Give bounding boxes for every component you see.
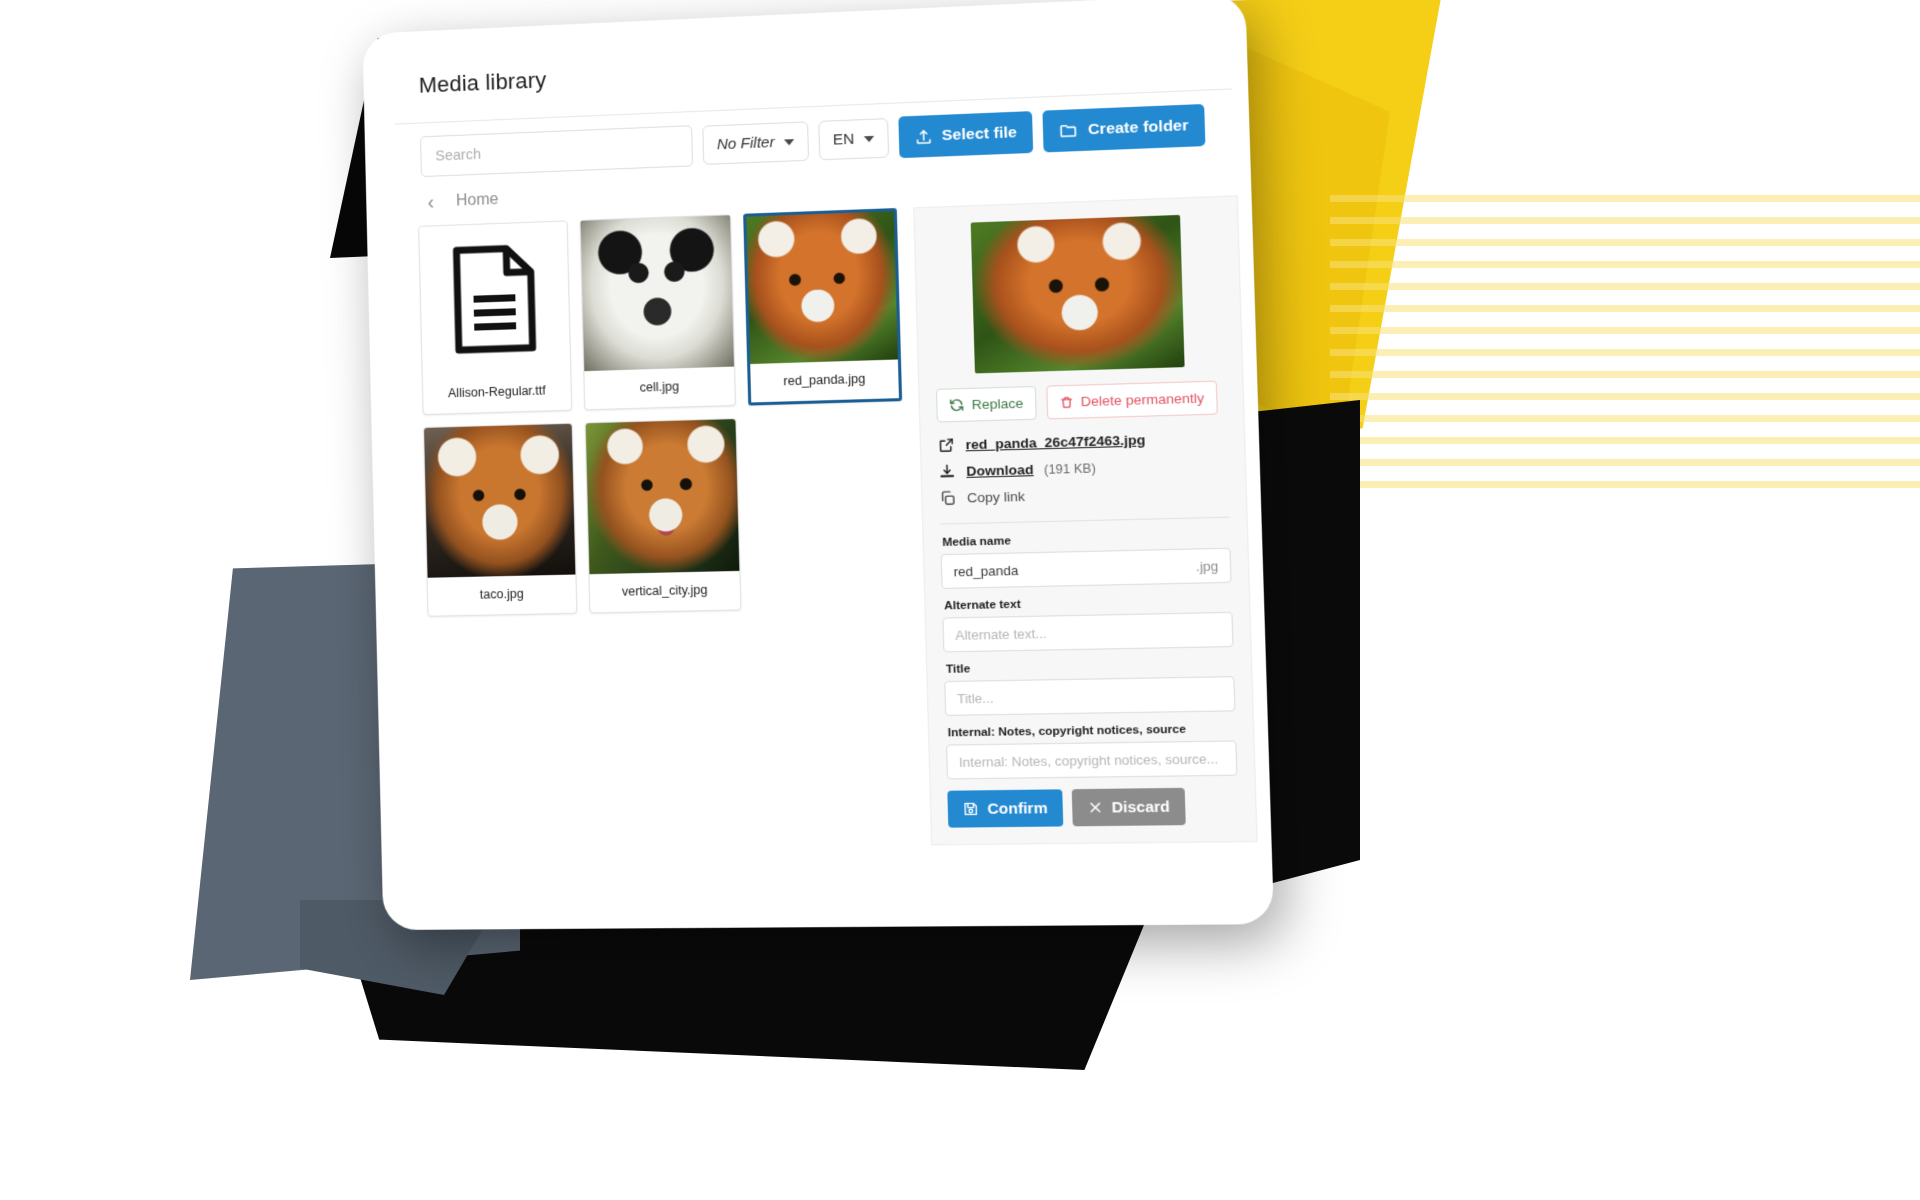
chevron-down-icon bbox=[863, 135, 873, 141]
decorative-yellow-streaks bbox=[1330, 195, 1920, 495]
detail-divider bbox=[940, 517, 1230, 525]
filter-dropdown-label: No Filter bbox=[717, 134, 775, 153]
file-tile-cell[interactable]: cell.jpg bbox=[580, 214, 737, 410]
file-thumbnail bbox=[419, 221, 570, 376]
detail-preview-image bbox=[971, 215, 1185, 374]
file-tile-vertical-city[interactable]: vertical_city.jpg bbox=[585, 418, 742, 613]
internal-notes-field[interactable]: Internal: Notes, copyright notices, sour… bbox=[946, 740, 1237, 779]
internal-notes-label: Internal: Notes, copyright notices, sour… bbox=[948, 723, 1237, 740]
discard-button[interactable]: Discard bbox=[1071, 788, 1185, 827]
alt-text-label: Alternate text bbox=[944, 594, 1232, 612]
dialog-body: Allison-Regular.ttf cell.jpg red_panda.j… bbox=[418, 195, 1257, 850]
replace-button[interactable]: Replace bbox=[936, 386, 1036, 423]
language-dropdown-label: EN bbox=[833, 131, 855, 149]
file-thumbnail bbox=[424, 424, 575, 578]
delete-permanently-button[interactable]: Delete permanently bbox=[1046, 381, 1218, 420]
breadcrumb-current[interactable]: Home bbox=[456, 191, 499, 211]
language-dropdown[interactable]: EN bbox=[818, 118, 889, 160]
internal-notes-placeholder: Internal: Notes, copyright notices, sour… bbox=[959, 751, 1219, 770]
title-label: Title bbox=[946, 658, 1234, 675]
download-size: (191 KB) bbox=[1044, 461, 1096, 477]
file-thumbnail bbox=[586, 419, 740, 574]
file-name: Allison-Regular.ttf bbox=[423, 372, 571, 414]
discard-label: Discard bbox=[1111, 798, 1170, 816]
copy-icon bbox=[939, 489, 957, 507]
media-detail-panel: Replace Delete permanently red_panda_26c… bbox=[913, 195, 1257, 845]
breadcrumb: ‹ Home bbox=[427, 190, 498, 213]
confirm-button[interactable]: Confirm bbox=[947, 789, 1062, 827]
detail-footer-actions: Confirm Discard bbox=[947, 787, 1239, 828]
media-name-field[interactable]: red_panda .jpg bbox=[941, 548, 1232, 589]
folder-icon bbox=[1058, 120, 1078, 140]
file-name: cell.jpg bbox=[584, 367, 735, 410]
download-label: Download bbox=[966, 462, 1034, 479]
file-tile-font[interactable]: Allison-Regular.ttf bbox=[418, 220, 572, 415]
media-library-dialog: Media library Search No Filter EN Select… bbox=[362, 0, 1274, 930]
detail-action-buttons: Replace Delete permanently bbox=[936, 380, 1226, 422]
media-library-card: Media library Search No Filter EN Select… bbox=[362, 0, 1274, 930]
select-file-button[interactable]: Select file bbox=[898, 111, 1033, 158]
search-input[interactable]: Search bbox=[420, 125, 693, 177]
filter-dropdown[interactable]: No Filter bbox=[702, 121, 809, 165]
alt-text-placeholder: Alternate text... bbox=[955, 625, 1047, 642]
download-row[interactable]: Download (191 KB) bbox=[938, 456, 1228, 481]
media-name-extension: .jpg bbox=[1196, 558, 1219, 574]
file-link-row[interactable]: red_panda_26c47f2463.jpg bbox=[937, 429, 1227, 454]
file-tile-red-panda[interactable]: red_panda.jpg bbox=[743, 208, 902, 406]
media-name-value: red_panda bbox=[953, 562, 1018, 579]
chevron-down-icon bbox=[784, 139, 794, 145]
create-folder-button[interactable]: Create folder bbox=[1042, 104, 1205, 152]
title-field[interactable]: Title... bbox=[944, 676, 1235, 716]
save-icon bbox=[962, 801, 979, 818]
screenshot-stage: Media library Search No Filter EN Select… bbox=[0, 0, 1920, 1200]
file-tile-taco[interactable]: taco.jpg bbox=[423, 423, 577, 617]
download-icon bbox=[938, 463, 956, 481]
close-icon bbox=[1086, 799, 1103, 816]
back-chevron-icon[interactable]: ‹ bbox=[427, 193, 434, 213]
file-thumbnail bbox=[746, 211, 898, 364]
upload-icon bbox=[914, 127, 933, 146]
media-name-label: Media name bbox=[942, 530, 1230, 549]
confirm-label: Confirm bbox=[987, 799, 1048, 817]
file-grid: Allison-Regular.ttf cell.jpg red_panda.j… bbox=[418, 208, 921, 851]
copy-link-row[interactable]: Copy link bbox=[939, 483, 1229, 508]
document-icon bbox=[450, 242, 538, 357]
create-folder-label: Create folder bbox=[1088, 116, 1189, 138]
refresh-icon bbox=[949, 397, 965, 413]
copy-link-label: Copy link bbox=[967, 489, 1025, 506]
alt-text-field[interactable]: Alternate text... bbox=[942, 612, 1233, 653]
replace-label: Replace bbox=[971, 396, 1023, 413]
file-name: vertical_city.jpg bbox=[589, 571, 740, 613]
toolbar: Search No Filter EN Select file Create f… bbox=[420, 104, 1205, 177]
file-name: red_panda.jpg bbox=[750, 359, 899, 402]
page-title: Media library bbox=[418, 67, 546, 98]
file-name: taco.jpg bbox=[428, 575, 577, 616]
external-link-icon bbox=[937, 436, 955, 454]
file-thumbnail bbox=[581, 215, 734, 371]
trash-icon bbox=[1059, 395, 1074, 410]
select-file-label: Select file bbox=[942, 123, 1018, 144]
title-placeholder: Title... bbox=[957, 690, 994, 706]
delete-label: Delete permanently bbox=[1081, 390, 1205, 409]
file-link-label: red_panda_26c47f2463.jpg bbox=[965, 432, 1145, 452]
